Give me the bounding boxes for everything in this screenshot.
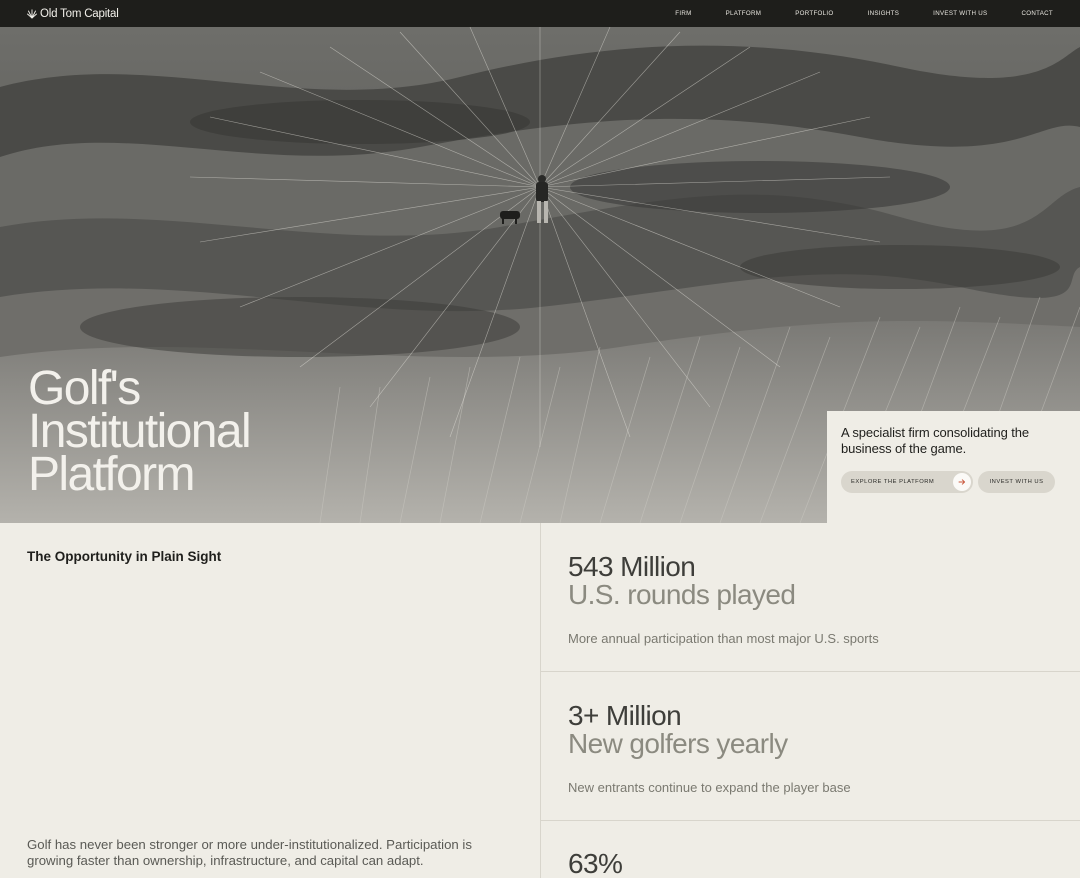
hero-tagline: A specialist firm consolidating the busi… bbox=[841, 425, 1029, 456]
hero-title-line: Golf's bbox=[28, 362, 141, 415]
hero-title: Golf's Institutional Platform bbox=[28, 362, 252, 501]
nav-platform[interactable]: PLATFORM bbox=[726, 10, 762, 17]
brand-name: Old Tom Capital bbox=[40, 7, 119, 20]
hero-title-line: Platform bbox=[28, 448, 196, 501]
stat-description: More annual participation than most majo… bbox=[568, 631, 879, 646]
stat-value: 543 Million bbox=[568, 551, 696, 582]
stat-block: 3+ Million New golfers yearly New entran… bbox=[541, 700, 1080, 796]
starburst-icon bbox=[27, 8, 37, 18]
invest-with-us-button[interactable]: INVEST WITH US bbox=[978, 471, 1055, 493]
section-label: The Opportunity in Plain Sight bbox=[27, 549, 222, 564]
arrow-right-icon bbox=[953, 473, 971, 491]
opportunity-section: The Opportunity in Plain Sight Golf has … bbox=[0, 523, 1080, 878]
explore-platform-label: EXPLORE THE PLATFORM bbox=[851, 479, 935, 485]
stat-divider bbox=[541, 820, 1080, 821]
nav-portfolio[interactable]: PORTFOLIO bbox=[795, 10, 833, 17]
nav-insights[interactable]: INSIGHTS bbox=[868, 10, 900, 17]
stat-block: 63% bbox=[541, 850, 1080, 878]
hero-title-line: Institutional bbox=[28, 405, 252, 458]
nav-contact[interactable]: CONTACT bbox=[1021, 10, 1053, 17]
hero-buttons: EXPLORE THE PLATFORM INVEST WITH US bbox=[841, 471, 1066, 493]
brand-logo[interactable]: Old Tom Capital bbox=[27, 8, 119, 20]
stat-value: 3+ Million bbox=[568, 700, 682, 731]
nav-invest-with-us[interactable]: INVEST WITH US bbox=[933, 10, 987, 17]
stat-caption: U.S. rounds played bbox=[568, 579, 796, 610]
invest-with-us-label: INVEST WITH US bbox=[989, 479, 1044, 485]
section-body: Golf has never been stronger or more und… bbox=[27, 837, 472, 868]
explore-platform-button[interactable]: EXPLORE THE PLATFORM bbox=[841, 471, 973, 493]
top-nav: Old Tom Capital FIRM PLATFORM PORTFOLIO … bbox=[0, 0, 1080, 27]
hero-card: A specialist firm consolidating the busi… bbox=[827, 411, 1080, 523]
stat-divider bbox=[541, 671, 1080, 672]
hero-section: Golf's Institutional Platform A speciali… bbox=[0, 27, 1080, 523]
nav-links: FIRM PLATFORM PORTFOLIO INSIGHTS INVEST … bbox=[641, 0, 1080, 27]
stat-value: 63% bbox=[568, 848, 623, 878]
stat-caption: New golfers yearly bbox=[568, 728, 788, 759]
stat-description: New entrants continue to expand the play… bbox=[568, 780, 851, 795]
stat-block: 543 Million U.S. rounds played More annu… bbox=[541, 551, 1080, 647]
nav-firm[interactable]: FIRM bbox=[675, 10, 691, 17]
